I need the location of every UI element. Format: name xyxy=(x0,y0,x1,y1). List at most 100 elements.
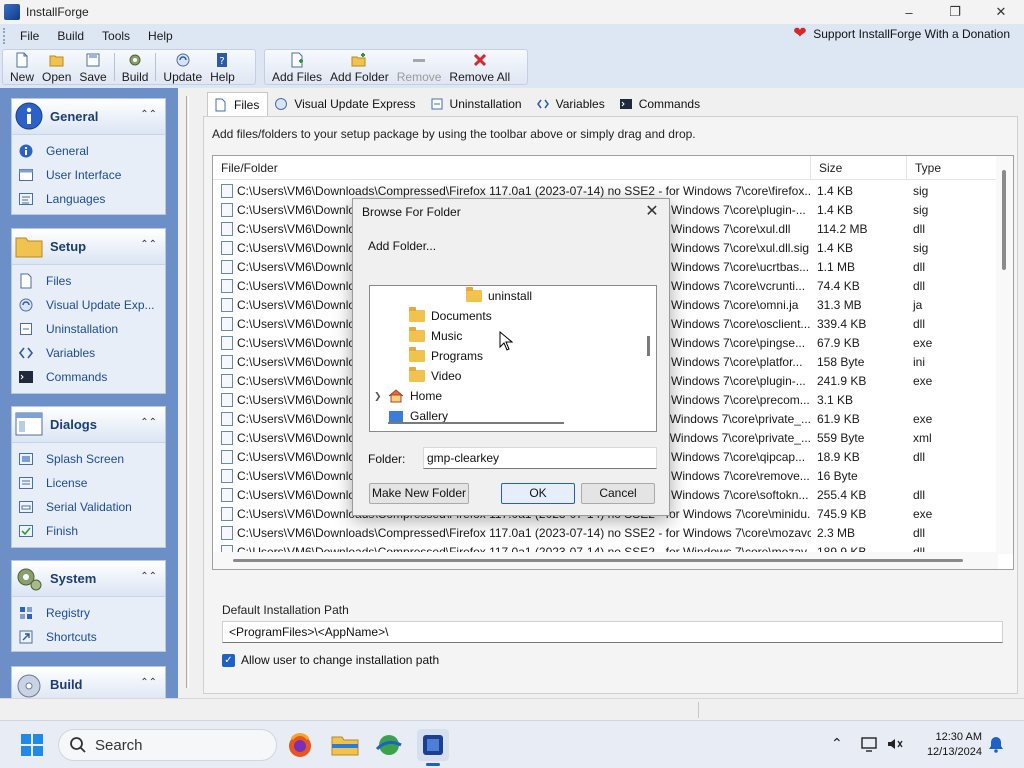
menu-build[interactable]: Build xyxy=(48,29,93,43)
windows-start-icon[interactable] xyxy=(20,733,44,757)
add-folder-button[interactable]: Add Folder xyxy=(326,50,393,84)
collapse-chevron-icon[interactable]: ⌃⌃ xyxy=(140,571,157,582)
sidebar-item-general[interactable]: General xyxy=(12,139,165,163)
sidebar-item-visual-update-express[interactable]: Visual Update Exp... xyxy=(12,293,165,317)
column-header-file-folder[interactable]: File/Folder xyxy=(213,156,811,179)
sidebar-item-languages[interactable]: Languages xyxy=(12,187,165,211)
menu-tools[interactable]: Tools xyxy=(93,29,139,43)
tree-horizontal-scrollbar-thumb[interactable] xyxy=(388,422,564,424)
tab-uninstallation[interactable]: Uninstallation xyxy=(424,92,530,116)
tab-variables[interactable]: Variables xyxy=(530,92,613,116)
sidebar-item-splash-screen[interactable]: Splash Screen xyxy=(12,447,165,471)
collapse-chevron-icon[interactable]: ⌃⌃ xyxy=(140,417,157,428)
collapse-chevron-icon[interactable]: ⌃⌃ xyxy=(140,239,157,250)
file-icon xyxy=(221,487,233,502)
tree-vertical-scrollbar-thumb[interactable] xyxy=(647,336,650,356)
column-header-size[interactable]: Size xyxy=(811,156,907,179)
remove-all-button[interactable]: Remove All xyxy=(445,50,514,84)
donate-link[interactable]: ❤ Support InstallForge With a Donation xyxy=(793,26,1010,42)
tree-item-music[interactable]: Music xyxy=(409,326,462,346)
close-button[interactable]: ✕ xyxy=(978,0,1024,24)
file-type-cell: exe xyxy=(913,411,933,426)
panel-general-header[interactable]: General ⌃⌃ xyxy=(12,99,165,135)
tree-item-uninstall[interactable]: uninstall xyxy=(466,286,532,306)
menu-file[interactable]: File xyxy=(11,29,48,43)
notification-bell-icon[interactable] xyxy=(988,735,1004,753)
help-button[interactable]: ? Help xyxy=(206,50,239,84)
table-row[interactable]: C:\Users\VM6\Downloads\Compressed\Firefo… xyxy=(213,523,996,542)
file-path-text: C:\Users\VM6\Downlo xyxy=(237,449,356,464)
add-files-button[interactable]: Add Files xyxy=(268,50,326,84)
file-explorer-icon[interactable] xyxy=(329,729,361,761)
file-type-cell: ja xyxy=(913,297,923,312)
taskbar-search[interactable]: Search xyxy=(58,729,277,761)
sidebar-item-variables[interactable]: Variables xyxy=(12,341,165,365)
open-button[interactable]: Open xyxy=(38,50,75,84)
new-button[interactable]: New xyxy=(6,50,38,84)
file-size-cell: 114.2 MB xyxy=(817,221,868,236)
tree-item-video[interactable]: Video xyxy=(409,366,461,386)
tree-item-documents[interactable]: Documents xyxy=(409,306,492,326)
variables-icon xyxy=(18,347,34,359)
scrollbar-thumb[interactable] xyxy=(1002,170,1006,270)
tab-visual-update-express[interactable]: Visual Update Express xyxy=(268,92,423,116)
help-book-icon: ? xyxy=(217,53,228,67)
collapse-chevron-icon[interactable]: ⌃⌃ xyxy=(140,677,157,688)
sidebar-item-shortcuts[interactable]: Shortcuts xyxy=(12,625,165,649)
search-icon xyxy=(70,737,86,753)
file-list-horizontal-scrollbar[interactable] xyxy=(213,552,998,569)
build-button[interactable]: Build xyxy=(118,50,153,84)
installforge-taskbar-button[interactable] xyxy=(417,729,449,766)
panel-setup-header[interactable]: Setup ⌃⌃ xyxy=(12,229,165,265)
tree-item-home[interactable]: ❯ Home xyxy=(374,386,442,406)
scrollbar-thumb[interactable] xyxy=(233,559,963,562)
update-button[interactable]: Update xyxy=(159,50,206,84)
folder-tree[interactable]: uninstall Documents Music Programs Video… xyxy=(369,285,657,432)
ok-button[interactable]: OK xyxy=(501,483,575,504)
cancel-button[interactable]: Cancel xyxy=(581,483,655,504)
mouse-cursor-icon xyxy=(499,331,513,351)
sidebar-item-user-interface[interactable]: User Interface xyxy=(12,163,165,187)
sidebar-item-license[interactable]: License xyxy=(12,471,165,495)
panel-dialogs-header[interactable]: Dialogs ⌃⌃ xyxy=(12,407,165,443)
taskbar-clock[interactable]: 12:30 AM 12/13/2024 xyxy=(912,730,982,760)
sidebar-item-finish[interactable]: Finish xyxy=(12,519,165,543)
column-header-type[interactable]: Type xyxy=(907,156,996,179)
tab-files[interactable]: Files xyxy=(207,92,269,116)
allow-change-path-checkbox[interactable]: ✓ xyxy=(222,653,235,667)
sidebar-item-uninstallation[interactable]: Uninstallation xyxy=(12,317,165,341)
file-icon xyxy=(221,316,233,331)
finish-icon xyxy=(19,525,33,537)
file-path-text-tail: Windows 7\core\pingse... xyxy=(671,335,806,350)
tree-item-programs[interactable]: Programs xyxy=(409,346,483,366)
splitter[interactable] xyxy=(186,96,189,688)
volume-muted-icon[interactable] xyxy=(886,735,904,753)
sidebar-item-commands[interactable]: Commands xyxy=(12,365,165,389)
file-path-text-tail: Windows 7\core\precom... xyxy=(671,392,810,407)
file-path-text-tail: Windows 7\core\private_... xyxy=(669,411,811,426)
display-icon[interactable] xyxy=(860,735,878,753)
file-list-vertical-scrollbar[interactable] xyxy=(996,156,1013,554)
dialog-close-button[interactable]: ✕ xyxy=(641,202,663,222)
sidebar-item-registry[interactable]: Registry xyxy=(12,601,165,625)
tab-commands[interactable]: Commands xyxy=(613,92,708,116)
network-globe-icon[interactable] xyxy=(373,729,405,761)
tray-overflow-chevron-icon[interactable]: ⌃ xyxy=(831,735,843,752)
folder-icon xyxy=(409,367,425,382)
save-button[interactable]: Save xyxy=(75,50,110,84)
firefox-icon[interactable] xyxy=(284,729,316,761)
installation-path-input[interactable]: <ProgramFiles>\<AppName>\ xyxy=(222,621,1003,643)
sidebar-item-serial-validation[interactable]: Serial Validation xyxy=(12,495,165,519)
allow-change-path-checkbox-row[interactable]: ✓ Allow user to change installation path xyxy=(222,653,439,667)
minimize-button[interactable]: – xyxy=(886,0,932,24)
menu-help[interactable]: Help xyxy=(139,29,182,43)
tree-expand-chevron-icon[interactable]: ❯ xyxy=(374,391,384,402)
make-new-folder-button[interactable]: Make New Folder xyxy=(369,483,469,504)
panel-system-header[interactable]: System ⌃⌃ xyxy=(12,561,165,597)
collapse-chevron-icon[interactable]: ⌃⌃ xyxy=(140,109,157,120)
maximize-button[interactable]: ❐ xyxy=(932,0,978,24)
remove-button[interactable]: Remove xyxy=(393,50,446,84)
folder-name-input[interactable]: gmp-clearkey xyxy=(423,447,657,469)
panel-build-header[interactable]: Build ⌃⌃ xyxy=(12,667,165,698)
sidebar-item-files[interactable]: Files xyxy=(12,269,165,293)
